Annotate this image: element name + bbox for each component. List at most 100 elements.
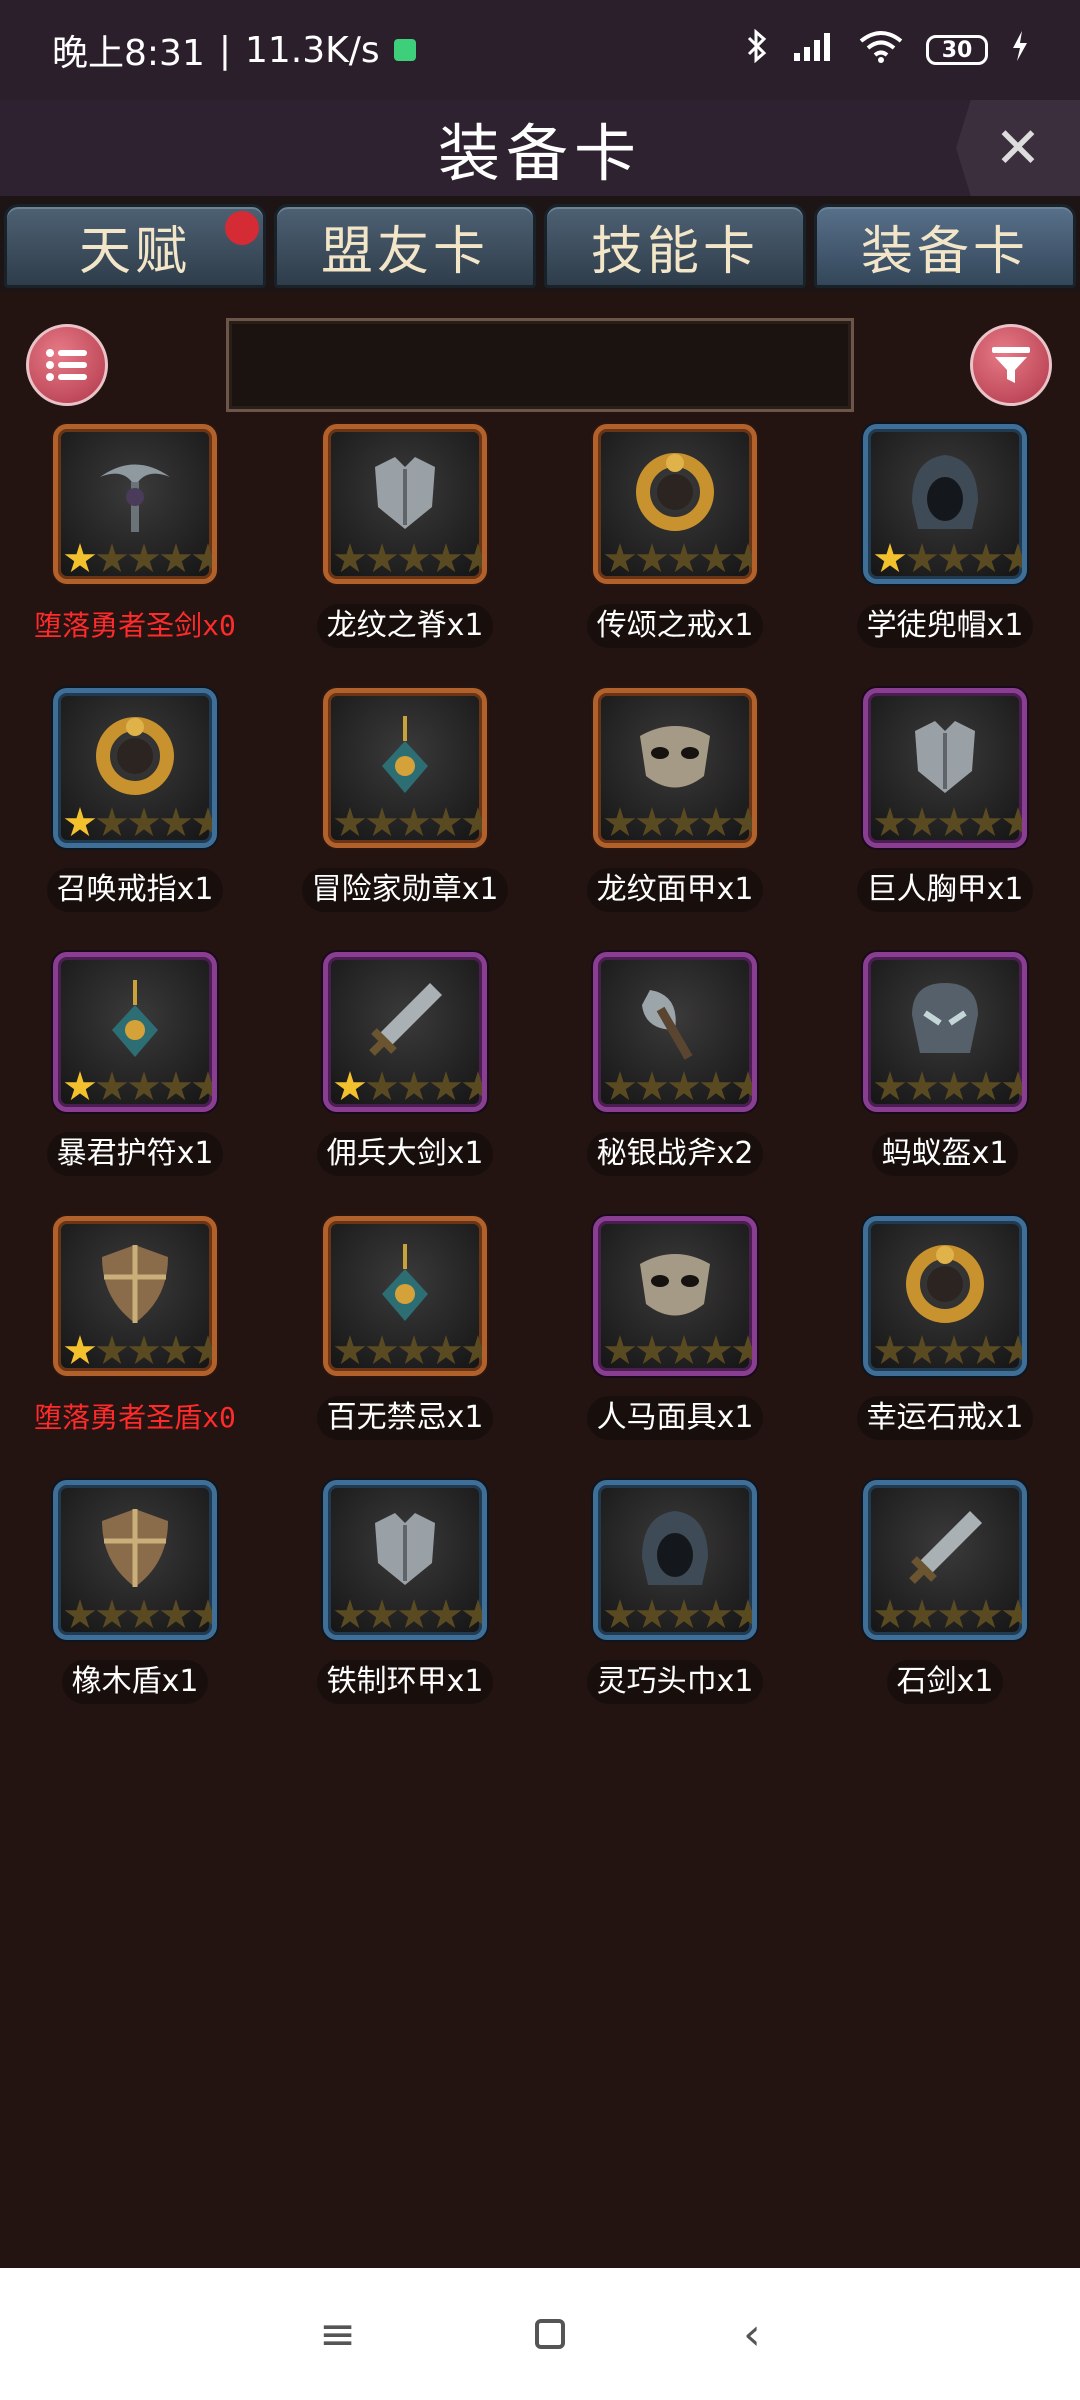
star-icon bbox=[906, 1599, 938, 1629]
star-icon bbox=[430, 1335, 462, 1365]
equipment-card-frame[interactable] bbox=[863, 952, 1027, 1112]
equipment-card-frame[interactable] bbox=[323, 688, 487, 848]
equipment-card-frame[interactable] bbox=[323, 1480, 487, 1640]
equipment-card[interactable]: 堕落勇者圣剑x0 bbox=[0, 424, 270, 648]
equipment-card-name: 传颂之戒x1 bbox=[586, 604, 764, 648]
equipment-card-frame[interactable] bbox=[593, 688, 757, 848]
star-icon bbox=[398, 1071, 430, 1101]
star-rating bbox=[64, 1335, 212, 1367]
close-button[interactable]: ✕ bbox=[956, 100, 1080, 196]
equipment-card-frame[interactable] bbox=[593, 424, 757, 584]
equipment-card-name: 蚂蚁盔x1 bbox=[871, 1132, 1019, 1176]
search-input[interactable] bbox=[226, 318, 854, 412]
star-rating bbox=[334, 1599, 482, 1631]
equipment-card[interactable]: 石剑x1 bbox=[810, 1480, 1080, 1704]
equipment-card-name: 巨人胸甲x1 bbox=[856, 868, 1034, 912]
star-icon bbox=[1002, 807, 1022, 837]
equipment-card-frame[interactable] bbox=[53, 1480, 217, 1640]
filter-button[interactable] bbox=[970, 324, 1052, 406]
sword-icon bbox=[369, 983, 442, 1056]
star-icon bbox=[668, 1335, 700, 1365]
equipment-card[interactable]: 铁制环甲x1 bbox=[270, 1480, 540, 1704]
star-icon bbox=[96, 1071, 128, 1101]
ring-icon bbox=[96, 717, 174, 795]
equipment-card[interactable]: 暴君护符x1 bbox=[0, 952, 270, 1176]
equipment-card-name: 冒险家勋章x1 bbox=[301, 868, 509, 912]
star-icon bbox=[334, 807, 366, 837]
star-icon bbox=[732, 543, 752, 573]
star-rating bbox=[874, 1335, 1022, 1367]
page-title: 装备卡 bbox=[437, 117, 642, 190]
star-icon bbox=[604, 1335, 636, 1365]
equipment-card[interactable]: 学徒兜帽x1 bbox=[810, 424, 1080, 648]
equipment-card[interactable]: 传颂之戒x1 bbox=[540, 424, 810, 648]
back-icon[interactable]: ‹ bbox=[743, 2309, 761, 2360]
list-view-button[interactable] bbox=[26, 324, 108, 406]
tab-skill-cards[interactable]: 技能卡 bbox=[544, 204, 806, 288]
equipment-card[interactable]: 冒险家勋章x1 bbox=[270, 688, 540, 912]
shield-icon bbox=[102, 1509, 168, 1587]
equipment-card[interactable]: 灵巧头巾x1 bbox=[540, 1480, 810, 1704]
star-icon bbox=[192, 807, 212, 837]
equipment-card-name: 铁制环甲x1 bbox=[316, 1660, 494, 1704]
equipment-card-frame[interactable] bbox=[593, 1216, 757, 1376]
equipment-card-frame[interactable] bbox=[593, 1480, 757, 1640]
tab-ally-cards[interactable]: 盟友卡 bbox=[274, 204, 536, 288]
star-icon bbox=[700, 543, 732, 573]
star-icon bbox=[732, 807, 752, 837]
equipment-card[interactable]: 堕落勇者圣盾x0 bbox=[0, 1216, 270, 1440]
equipment-card-frame[interactable] bbox=[53, 688, 217, 848]
star-icon bbox=[192, 1071, 212, 1101]
status-time: 晚上8:31 bbox=[52, 33, 205, 74]
equipment-card[interactable]: 蚂蚁盔x1 bbox=[810, 952, 1080, 1176]
tab-talent[interactable]: 天赋 bbox=[4, 203, 267, 288]
star-icon bbox=[160, 807, 192, 837]
equipment-card-frame[interactable] bbox=[323, 1216, 487, 1376]
status-left: 晚上8:31 | 11.3K/s bbox=[52, 24, 416, 76]
equipment-card-frame[interactable] bbox=[863, 1216, 1027, 1376]
equipment-card[interactable]: 秘银战斧x2 bbox=[540, 952, 810, 1176]
equipment-card[interactable]: 龙纹面甲x1 bbox=[540, 688, 810, 912]
star-icon bbox=[430, 1599, 462, 1629]
equipment-card-frame[interactable] bbox=[53, 952, 217, 1112]
equipment-card-frame[interactable] bbox=[593, 952, 757, 1112]
star-icon bbox=[970, 1335, 1002, 1365]
star-icon bbox=[604, 807, 636, 837]
equipment-card-frame[interactable] bbox=[53, 424, 217, 584]
equipment-card-frame[interactable] bbox=[323, 952, 487, 1112]
star-icon bbox=[192, 1599, 212, 1629]
equipment-card[interactable]: 百无禁忌x1 bbox=[270, 1216, 540, 1440]
equipment-card[interactable]: 佣兵大剑x1 bbox=[270, 952, 540, 1176]
star-rating bbox=[64, 807, 212, 839]
star-icon bbox=[334, 1599, 366, 1629]
star-rating bbox=[64, 1071, 212, 1103]
star-rating bbox=[604, 1335, 752, 1367]
equipment-card[interactable]: 巨人胸甲x1 bbox=[810, 688, 1080, 912]
equipment-card[interactable]: 龙纹之脊x1 bbox=[270, 424, 540, 648]
equipment-card-frame[interactable] bbox=[863, 1480, 1027, 1640]
star-icon bbox=[874, 1071, 906, 1101]
equipment-card-frame[interactable] bbox=[863, 688, 1027, 848]
equipment-card[interactable]: 人马面具x1 bbox=[540, 1216, 810, 1440]
equipment-card-name: 召唤戒指x1 bbox=[46, 868, 224, 912]
home-icon[interactable] bbox=[534, 2319, 565, 2349]
armor-icon bbox=[915, 721, 975, 793]
star-icon bbox=[462, 1071, 482, 1101]
star-icon bbox=[970, 543, 1002, 573]
system-nav-bar: ≡ ‹ bbox=[0, 2268, 1080, 2400]
equipment-card-frame[interactable] bbox=[323, 424, 487, 584]
star-icon bbox=[874, 1599, 906, 1629]
menu-icon[interactable]: ≡ bbox=[319, 2309, 356, 2360]
star-rating bbox=[64, 543, 212, 575]
equipment-card[interactable]: 橡木盾x1 bbox=[0, 1480, 270, 1704]
equipment-card-frame[interactable] bbox=[53, 1216, 217, 1376]
notification-badge bbox=[217, 203, 267, 253]
star-icon bbox=[462, 543, 482, 573]
title-bar: 装备卡 ✕ bbox=[0, 100, 1080, 196]
equipment-card-grid: 堕落勇者圣剑x0 龙纹之脊x1 传颂之戒x1 学徒兜帽x1 召唤戒指x1 冒险家勋章x1 龙… bbox=[0, 424, 1080, 1704]
equipment-card[interactable]: 幸运石戒x1 bbox=[810, 1216, 1080, 1440]
equipment-card-frame[interactable] bbox=[863, 424, 1027, 584]
equipment-card[interactable]: 召唤戒指x1 bbox=[0, 688, 270, 912]
app-notification-icon bbox=[393, 39, 416, 61]
tab-equipment-cards[interactable]: 装备卡 bbox=[814, 204, 1076, 288]
